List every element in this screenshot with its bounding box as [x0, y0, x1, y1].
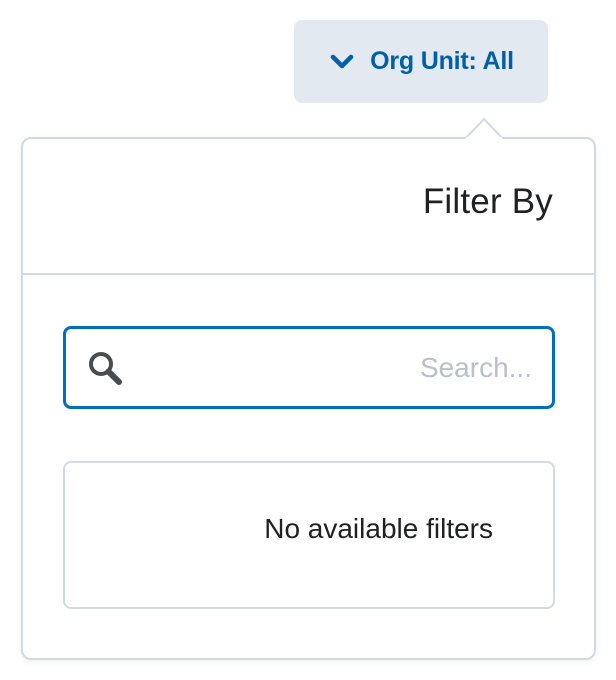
- popover-pointer: [463, 117, 505, 141]
- filter-popover: Filter By No available filters: [21, 137, 596, 660]
- search-box[interactable]: [63, 326, 555, 409]
- filter-dropdown: Org Unit: All Filter By No available fil…: [0, 0, 616, 680]
- org-unit-filter-button[interactable]: Org Unit: All: [294, 20, 548, 103]
- popover-title: Filter By: [422, 182, 553, 221]
- popover-header: Filter By: [23, 139, 594, 275]
- chevron-down-icon: [328, 48, 356, 76]
- filter-list-empty-state: No available filters: [63, 461, 555, 609]
- search-input[interactable]: [138, 339, 534, 397]
- org-unit-filter-label: Org Unit: All: [370, 47, 514, 75]
- search-icon: [86, 349, 126, 389]
- empty-state-message: No available filters: [264, 513, 493, 544]
